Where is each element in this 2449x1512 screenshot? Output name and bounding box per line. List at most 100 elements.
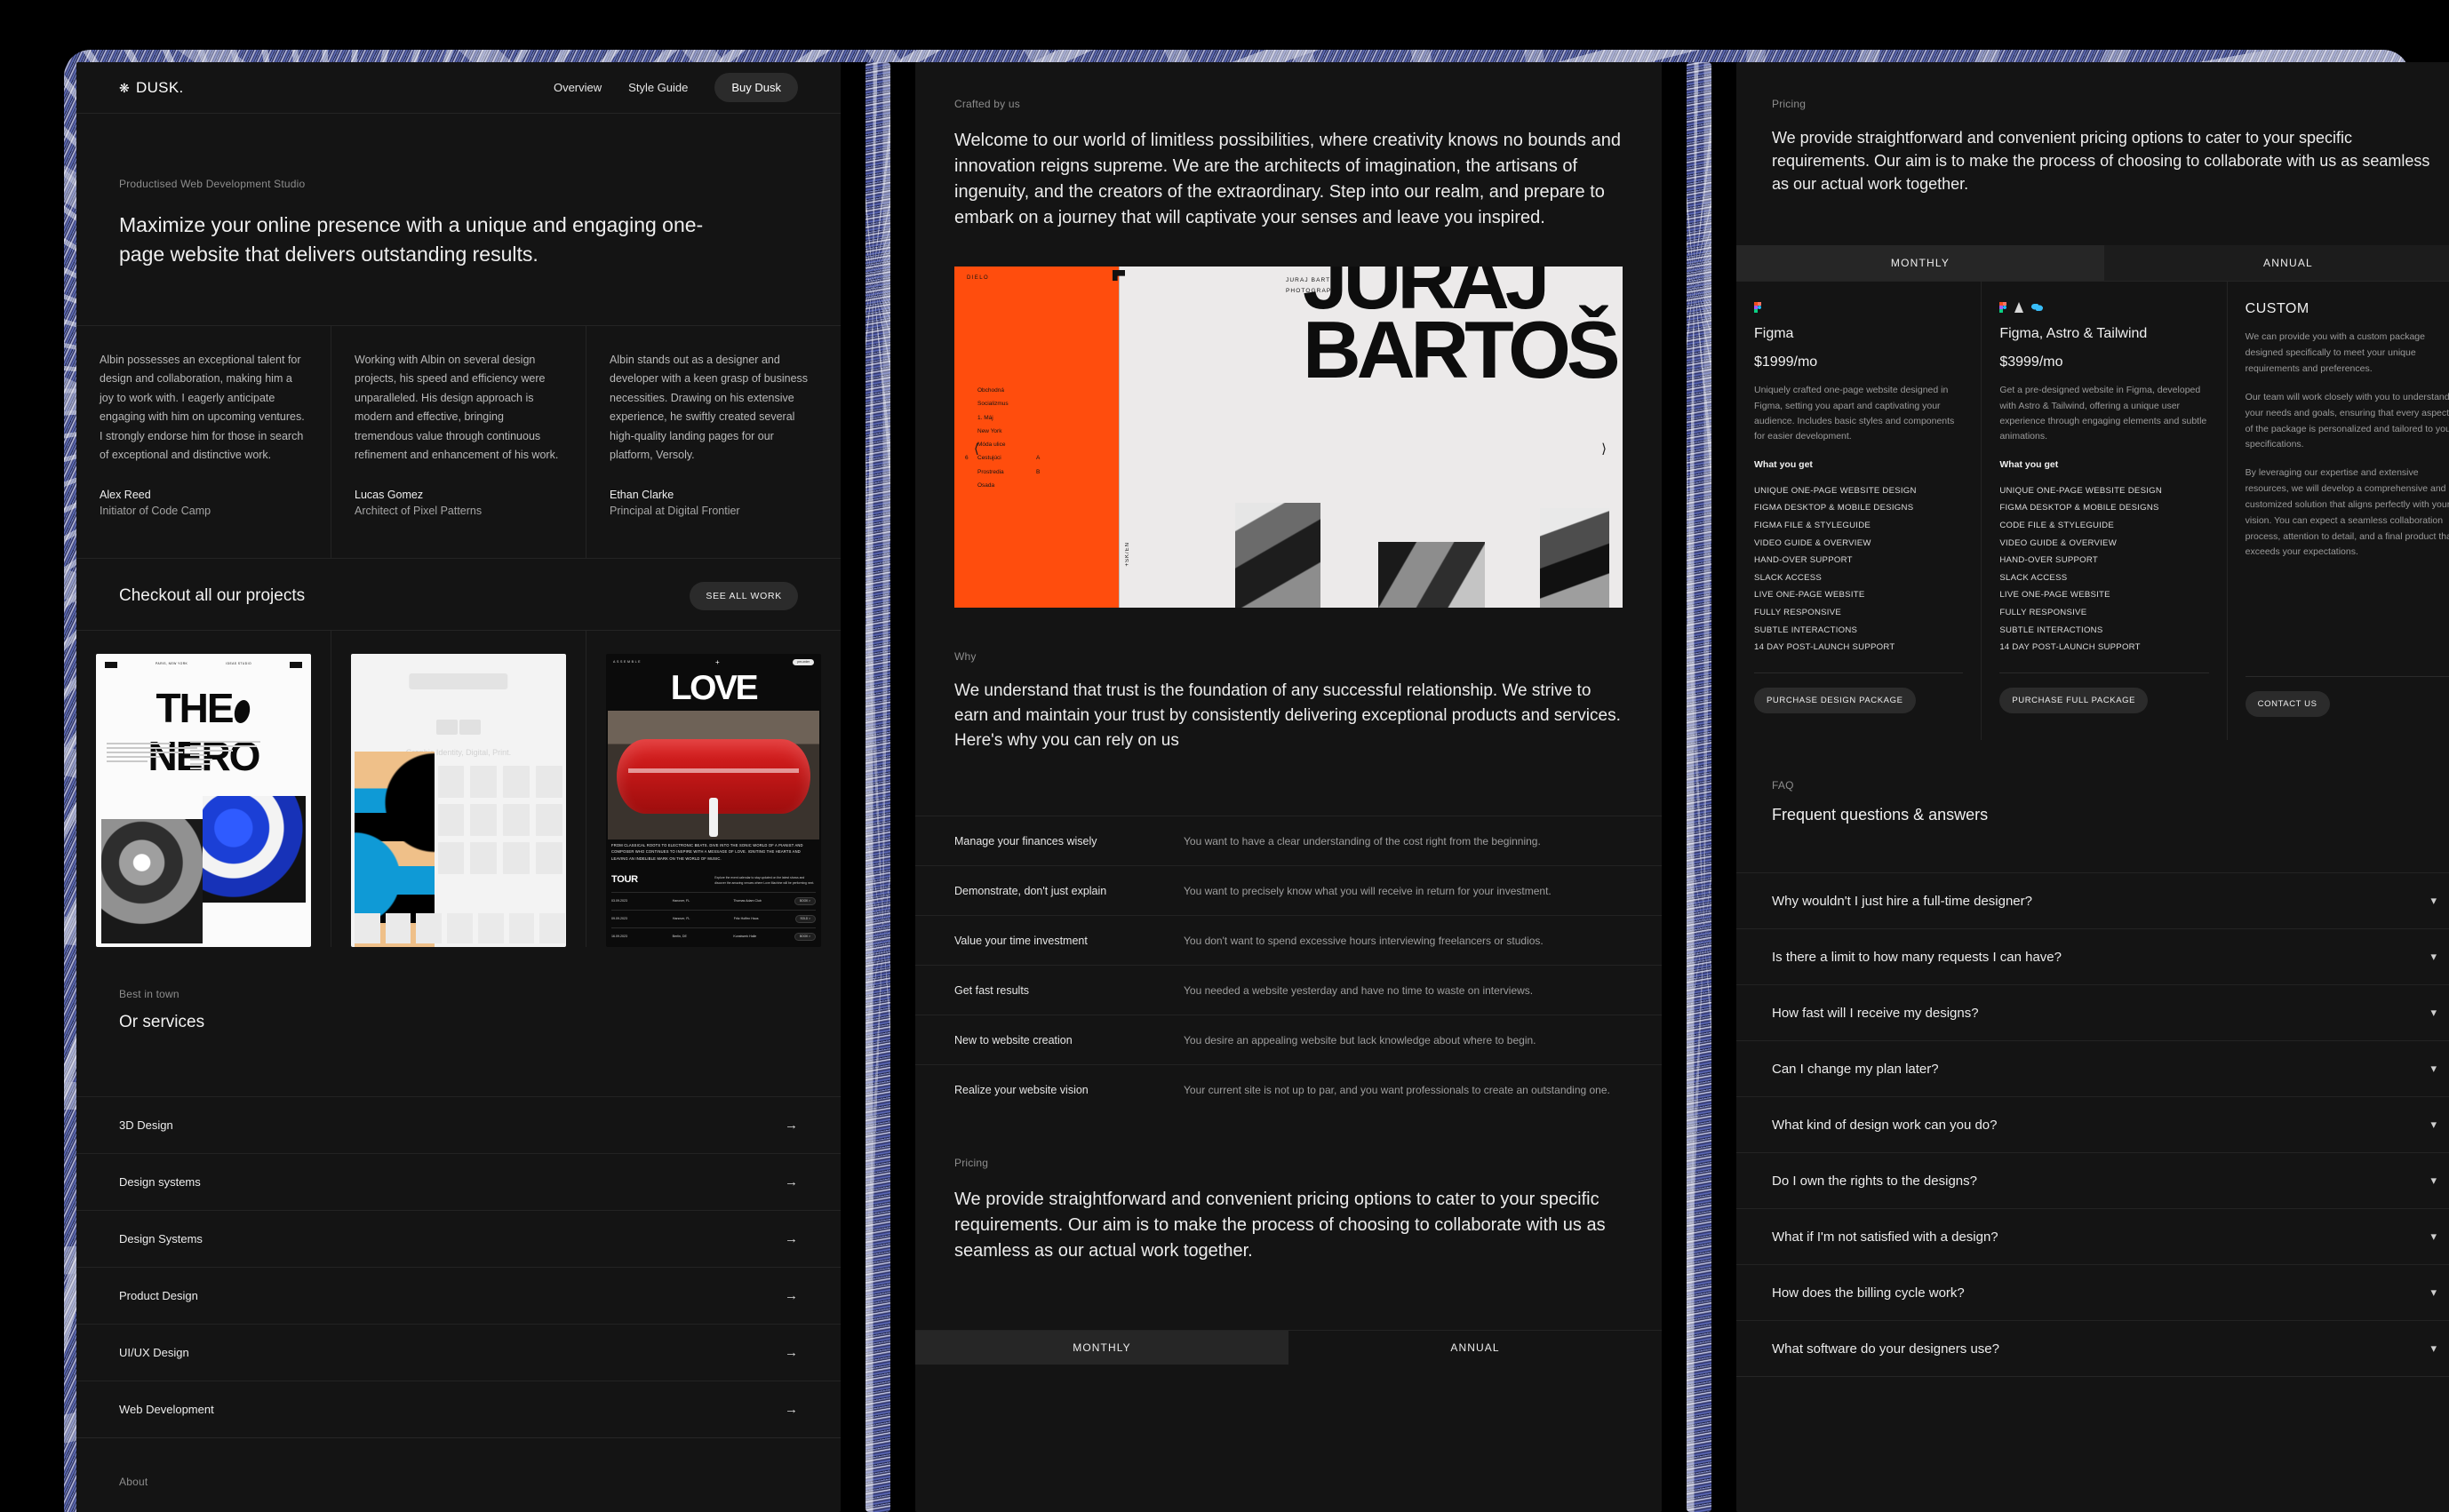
why-row-key: Realize your website vision: [954, 1083, 1089, 1096]
plan-feature: FIGMA DESKTOP & MOBILE DESIGNS: [1999, 503, 2159, 513]
tab-monthly[interactable]: MONTHLY: [915, 1331, 1288, 1365]
faq-item[interactable]: Can I change my plan later? ▾: [1736, 1040, 2449, 1096]
service-row-web-development[interactable]: Web Development →: [76, 1380, 841, 1437]
nero-title-a: THE: [156, 684, 235, 731]
plan-feature: SUBTLE INTERACTIONS: [1999, 625, 2103, 635]
faq-question: What software do your designers use?: [1772, 1341, 1999, 1357]
nav-link-overview[interactable]: Overview: [554, 81, 602, 94]
faq-item[interactable]: What software do your designers use? ▾: [1736, 1320, 2449, 1376]
buy-dusk-button[interactable]: Buy Dusk: [714, 73, 798, 102]
plan-feature: VIDEO GUIDE & OVERVIEW: [1999, 537, 2117, 548]
arrow-right-icon: →: [785, 1117, 798, 1133]
purchase-full-package-button[interactable]: PURCHASE FULL PACKAGE: [1999, 688, 2149, 714]
service-row-ui-ux-design[interactable]: UI/UX Design →: [76, 1323, 841, 1381]
project-cards: PARIS, NEW YORK IDEAS STUDIO THENERO Grap…: [76, 630, 841, 947]
service-row-product-design[interactable]: Product Design →: [76, 1266, 841, 1324]
tab-annual[interactable]: ANNUAL: [2104, 245, 2449, 282]
love-kicker: ASSEMBLE: [613, 660, 642, 664]
service-label: UI/UX Design: [119, 1345, 189, 1359]
faq-item[interactable]: Do I own the rights to the designs? ▾: [1736, 1152, 2449, 1208]
nav-link-style-guide[interactable]: Style Guide: [628, 81, 688, 94]
chevron-right-icon[interactable]: ⟩: [1601, 441, 1607, 457]
why-row-value: You want to have a clear understanding o…: [1184, 834, 1541, 848]
testimonial-card: Working with Albin on several design pro…: [331, 325, 586, 558]
plan-features-heading: What you get: [1754, 458, 1813, 470]
arrow-right-icon: →: [785, 1230, 798, 1246]
tab-monthly[interactable]: MONTHLY: [1736, 245, 2104, 282]
why-row: New to website creation You desire an ap…: [915, 1015, 1662, 1064]
right-pricing-intro: Pricing We provide straightforward and c…: [1736, 62, 2449, 195]
showcase-title-line2: BARTOŠ: [1303, 306, 1621, 396]
plan-feature: FIGMA FILE & STYLEGUIDE: [1754, 520, 1871, 530]
faq-item[interactable]: Why wouldn't I just hire a full-time des…: [1736, 872, 2449, 928]
testimonials: Albin possesses an exceptional talent fo…: [76, 324, 841, 559]
list-toggle[interactable]: [436, 719, 458, 735]
why-row-value: You want to precisely know what you will…: [1184, 884, 1552, 897]
testimonial-role: Principal at Digital Frontier: [610, 504, 740, 517]
faq-section: FAQ Frequent questions & answers: [1736, 740, 2449, 824]
faq-item[interactable]: What if I'm not satisfied with a design?…: [1736, 1208, 2449, 1264]
purchase-design-package-button[interactable]: PURCHASE DESIGN PACKAGE: [1754, 688, 1916, 714]
chevron-left-icon[interactable]: ⟨: [974, 441, 979, 457]
showcase-menu-item[interactable]: Socializmus: [977, 397, 1009, 410]
plan-feature: FULLY RESPONSIVE: [1754, 608, 1842, 618]
plan-card-figma: Figma $1999/mo Uniquely crafted one-page…: [1736, 282, 1982, 741]
testimonial-quote: Albin possesses an exceptional talent fo…: [100, 353, 305, 462]
why-row-key: Get fast results: [954, 983, 1030, 997]
service-row-design-systems-2[interactable]: Design Systems →: [76, 1209, 841, 1267]
chevron-down-icon: ▾: [2430, 1006, 2437, 1020]
showcase-menu-item[interactable]: New York: [977, 425, 1009, 438]
tour-row: 16.09.2023 Berlin, DE Kunstwerk Halle BOOK …: [611, 927, 816, 945]
love-tour-title: TOUR: [611, 873, 638, 885]
faq-item[interactable]: What kind of design work can you do? ▾: [1736, 1096, 2449, 1152]
why-row-value: You desire an appealing website but lack…: [1184, 1033, 1536, 1046]
filter-field[interactable]: [409, 672, 508, 689]
plan-feature: FULLY RESPONSIVE: [1999, 608, 2087, 618]
pricing-plans: Figma $1999/mo Uniquely crafted one-page…: [1736, 281, 2449, 741]
pricing-body: We provide straightforward and convenien…: [1772, 129, 2430, 194]
service-label: 3D Design: [119, 1118, 173, 1132]
faq-item[interactable]: How fast will I receive my designs? ▾: [1736, 984, 2449, 1040]
showcase-menu-item-selected[interactable]: 6 Cestujúci A B: [965, 451, 1040, 474]
chevron-down-icon: ▾: [2430, 1285, 2437, 1300]
faq-question: How fast will I receive my designs?: [1772, 1005, 1979, 1021]
tab-annual[interactable]: ANNUAL: [1288, 1331, 1662, 1365]
arrow-right-icon: →: [785, 1344, 798, 1360]
service-row-design-systems[interactable]: Design systems →: [76, 1152, 841, 1210]
why-row-value: You needed a website yesterday and have …: [1184, 983, 1534, 997]
nero-label-left: PARIS, NEW YORK: [156, 661, 188, 665]
see-all-work-button[interactable]: SEE ALL WORK: [690, 581, 798, 610]
faq-list: Why wouldn't I just hire a full-time des…: [1736, 872, 2449, 1378]
faq-eyebrow: FAQ: [1772, 779, 1794, 792]
faq-item[interactable]: How does the billing cycle work? ▾: [1736, 1264, 2449, 1320]
project-card[interactable]: PARIS, NEW YORK IDEAS STUDIO THENERO: [76, 630, 331, 947]
figma-icon: [1999, 302, 2007, 314]
testimonial-card: Albin stands out as a designer and devel…: [586, 326, 841, 558]
faq-item[interactable]: Is there a limit to how many requests I …: [1736, 928, 2449, 984]
plan-price: $1999/mo: [1754, 354, 1818, 370]
chevron-down-icon: ▾: [2430, 1174, 2437, 1188]
showcase-menu-item[interactable]: 1. Máj: [977, 411, 1009, 425]
arrow-right-icon: →: [785, 1287, 798, 1303]
plus-icon: +: [714, 657, 720, 666]
project-card[interactable]: ASSEMBLE+pre-order LOVE MACHINE FROM CLA…: [586, 631, 841, 947]
showcase-menu-item[interactable]: Prostredia: [977, 466, 1009, 479]
chevron-down-icon: ▾: [2430, 1118, 2437, 1132]
brand-logo[interactable]: ❋ DUSK.: [119, 79, 184, 97]
why-row: Get fast results You needed a website ye…: [915, 965, 1662, 1015]
project-card[interactable]: Graphic Identity, Digital, Print.: [331, 630, 586, 947]
contact-us-button[interactable]: CONTACT US: [2245, 691, 2330, 718]
showcase-menu-item[interactable]: Móda ulice: [977, 438, 1009, 451]
showcase-menu-item[interactable]: Obchodná: [977, 384, 1009, 397]
showcase-menu-item[interactable]: Osada: [977, 479, 1009, 492]
about-intro: Crafted by us Welcome to our world of li…: [915, 62, 1662, 231]
plan-paragraph: Our team will work closely with you to u…: [2245, 391, 2449, 450]
tour-row: 09.09.2023 Hanover, FL Fritz Hoffen Haus SO…: [611, 909, 816, 927]
chevron-down-icon: ▾: [2430, 950, 2437, 964]
service-row-3d-design[interactable]: 3D Design →: [76, 1095, 841, 1153]
services-list: 3D Design → Design systems → Design Syst…: [76, 1095, 841, 1437]
why-row-key: New to website creation: [954, 1033, 1073, 1046]
grid-toggle[interactable]: [459, 719, 481, 735]
plan-feature: HAND-OVER SUPPORT: [1999, 555, 2099, 566]
showcase-preview[interactable]: DIELO Obchodná Socializmus 1. Máj New Yo…: [954, 267, 1623, 608]
